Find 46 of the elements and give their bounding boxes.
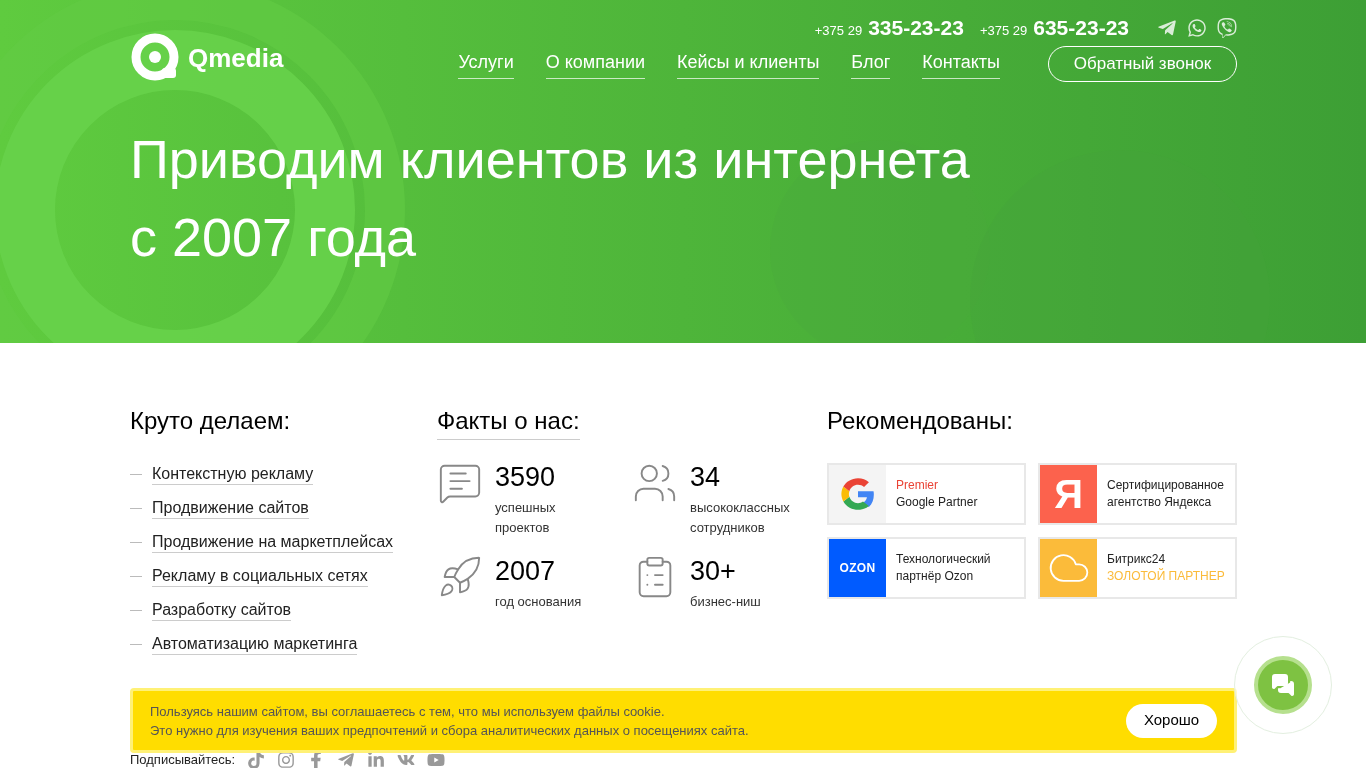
accept-button[interactable]: Хорошо — [1126, 703, 1217, 738]
subscribe-label: Подписывайтесь: — [130, 751, 236, 768]
nav-link[interactable]: Кейсы и клиенты — [677, 49, 820, 79]
fact-value: 30+ — [690, 555, 737, 588]
service-link[interactable]: Разработку сайтов — [152, 599, 292, 621]
fact-caption: бизнес-ниш — [690, 593, 761, 611]
whatsapp-icon[interactable] — [1187, 18, 1207, 38]
telegram-icon[interactable] — [1157, 18, 1177, 38]
service-link[interactable]: Автоматизацию маркетинга — [152, 633, 358, 655]
partner-text: Технологический партнёр Ozon — [895, 551, 991, 585]
google-logo-icon — [838, 475, 877, 513]
fact-caption: успешных проектов — [495, 499, 556, 537]
fact-value: 2007 — [495, 555, 557, 588]
service-link[interactable]: Контекстную рекламу — [152, 463, 314, 485]
fact-value: 34 — [690, 461, 722, 494]
logo[interactable]: Qmedia — [130, 32, 284, 84]
hero-title: Приводим клиентов из интернета с 2007 года — [130, 128, 971, 269]
services-heading: Круто делаем: — [130, 406, 292, 436]
logo-text: Qmedia — [188, 41, 284, 75]
chat-button[interactable] — [1254, 656, 1312, 714]
service-link[interactable]: Продвижение сайтов — [152, 497, 309, 519]
nav-link[interactable]: Блог — [851, 49, 891, 79]
cookie-text: Пользуясь нашим сайтом, вы соглашаетесь с тем, что мы используем файлы cookie. Это нужно для изучения ваших предпочтений и сбора аналитических данных о посещениях сайта. — [150, 702, 749, 740]
fact-caption: высококлассных сотрудников — [690, 499, 790, 537]
phone-link[interactable]: +375 29 335-23-23 — [814, 12, 964, 44]
nav-link[interactable]: Контакты — [922, 49, 1000, 79]
partner-text: Битрикс24 ЗОЛОТОЙ ПАРТНЕР — [1106, 551, 1225, 585]
partners-heading: Рекомендованы: — [827, 406, 1014, 436]
viber-icon[interactable] — [1217, 18, 1237, 38]
telegram-icon[interactable] — [337, 750, 356, 768]
tiktok-icon[interactable] — [247, 750, 266, 768]
partner-text: Сертифицированное агентство Яндекса — [1106, 477, 1224, 511]
fact-value: 3590 — [495, 461, 556, 494]
phone-link[interactable]: +375 29 635-23-23 — [979, 12, 1129, 44]
service-link[interactable]: Продвижение на маркетплейсах — [152, 531, 394, 553]
facts-heading: Факты о нас: — [437, 403, 580, 440]
partner-text: Premier Google Partner — [895, 477, 978, 511]
linkedin-icon[interactable] — [367, 750, 386, 768]
instagram-icon[interactable] — [277, 750, 296, 768]
yandex-logo-tile: Я — [1040, 465, 1097, 523]
nav-link[interactable]: О компании — [545, 49, 646, 79]
fact-caption: год основания — [495, 593, 582, 611]
chat-icon — [1271, 673, 1295, 697]
ozon-logo-tile: OZON — [829, 539, 886, 597]
nav-link[interactable]: Услуги — [458, 49, 514, 79]
service-link[interactable]: Рекламу в социальных сетях — [152, 565, 368, 587]
